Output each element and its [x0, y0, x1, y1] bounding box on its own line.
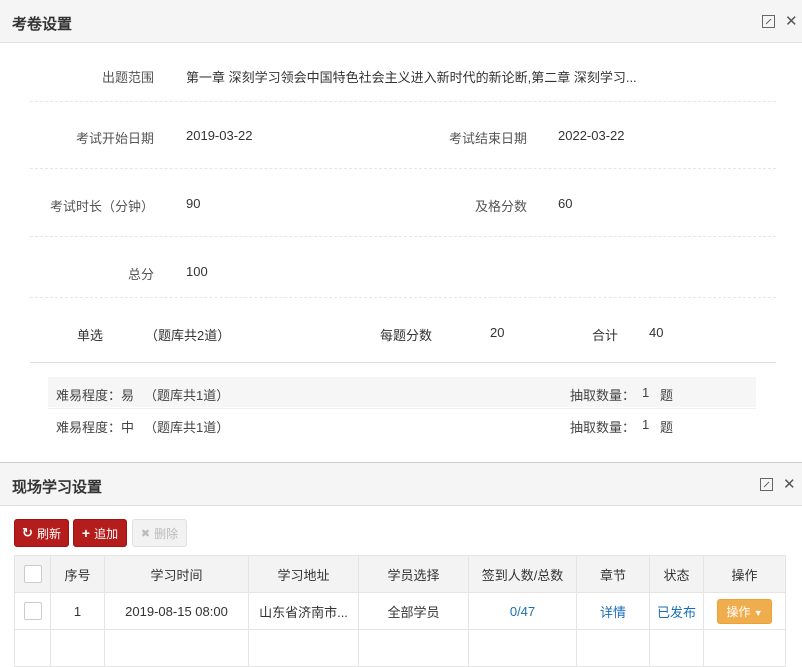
duration-label: 考试时长（分钟） [49, 199, 154, 214]
divider [30, 297, 776, 298]
study-settings-header: 现场学习设置 ✕ [0, 463, 802, 506]
column-header[interactable]: 状态 [649, 555, 704, 593]
maximize-icon[interactable] [762, 15, 775, 28]
pick-count-value: 1 [642, 417, 650, 432]
difficulty-bank: （题库共1道） [144, 388, 230, 403]
pick-count-value: 1 [642, 385, 650, 400]
per-question-score-label: 每题分数 [380, 328, 433, 343]
study-table: 序号 学习时间 学习地址 学员选择 签到人数/总数 章节 状态 操作 1 201… [14, 555, 786, 667]
single-choice-bank: （题库共2道） [145, 328, 231, 343]
column-header[interactable]: 签到人数/总数 [468, 555, 577, 593]
close-icon[interactable]: ✕ [785, 12, 798, 30]
divider [30, 362, 776, 363]
end-date-value: 2022-03-22 [558, 128, 625, 143]
action-cell: 操作 ▼ [703, 592, 786, 630]
caret-down-icon: ▼ [753, 607, 763, 618]
difficulty-level: 难易程度：中 [56, 420, 135, 435]
pick-count-label: 抽取数量： [570, 420, 636, 435]
close-icon[interactable]: ✕ [783, 475, 796, 493]
pass-score-label: 及格分数 [474, 199, 527, 214]
add-button[interactable]: + 追加 [73, 519, 127, 547]
column-header[interactable]: 学员选择 [358, 555, 469, 593]
divider [30, 168, 776, 169]
address-cell: 山东省济南市... [248, 592, 359, 630]
difficulty-bank: （题库共1道） [144, 420, 230, 435]
refresh-icon: ↻ [22, 525, 33, 540]
empty-cell [703, 629, 786, 667]
scope-value: 第一章 深刻学习领会中国特色社会主义进入新时代的新论断,第二章 深刻学习... [186, 70, 637, 85]
empty-cell [358, 629, 469, 667]
difficulty-row: 难易程度：中 （题库共1道） 抽取数量： 1 题 [48, 408, 756, 439]
study-settings-title: 现场学习设置 [12, 479, 103, 496]
empty-cell [14, 629, 51, 667]
refresh-button[interactable]: ↻ 刷新 [14, 519, 69, 547]
maximize-icon[interactable] [760, 478, 773, 491]
empty-cell [104, 629, 249, 667]
row-checkbox[interactable] [23, 602, 42, 620]
scope-label: 出题范围 [101, 70, 154, 85]
empty-cell [468, 629, 577, 667]
column-header[interactable]: 操作 [703, 555, 786, 593]
single-choice-label: 单选 [77, 328, 104, 343]
pick-count-unit: 题 [660, 420, 674, 435]
divider [30, 236, 776, 237]
column-header[interactable]: 学习时间 [104, 555, 249, 593]
action-label: 操作 [726, 604, 751, 619]
students-cell: 全部学员 [358, 592, 469, 630]
difficulty-level: 难易程度：易 [56, 388, 135, 403]
row-select-cell[interactable] [14, 592, 51, 630]
per-question-score-value: 20 [490, 325, 505, 340]
column-header[interactable]: 序号 [50, 555, 105, 593]
start-date-label: 考试开始日期 [75, 131, 154, 146]
select-all-checkbox[interactable] [23, 565, 42, 583]
difficulty-row: 难易程度：易 （题库共1道） 抽取数量： 1 题 [48, 377, 756, 407]
delete-label: 删除 [154, 526, 179, 541]
end-date-label: 考试结束日期 [448, 131, 527, 146]
index-cell: 1 [50, 592, 105, 630]
exam-settings-title: 考卷设置 [12, 16, 73, 33]
pick-count-label: 抽取数量： [570, 388, 636, 403]
table-header-row: 序号 学习时间 学习地址 学员选择 签到人数/总数 章节 状态 操作 [14, 555, 786, 593]
exam-settings-header: 考卷设置 ✕ [0, 0, 802, 43]
select-all-cell[interactable] [14, 555, 51, 593]
pick-count-unit: 题 [660, 388, 674, 403]
pass-score-value: 60 [558, 196, 573, 211]
time-cell: 2019-08-15 08:00 [104, 592, 249, 630]
x-icon: ✖ [140, 527, 151, 540]
status-cell: 已发布 [649, 592, 704, 630]
study-settings-panel: 现场学习设置 ✕ ↻ 刷新 + 追加 ✖ 删除 序号 学习时间 学习地址 学员选… [0, 462, 802, 667]
delete-button[interactable]: ✖ 删除 [132, 519, 187, 547]
start-date-value: 2019-03-22 [186, 128, 253, 143]
plus-icon: + [81, 525, 91, 541]
exam-settings-panel: 考卷设置 ✕ 出题范围 第一章 深刻学习领会中国特色社会主义进入新时代的新论断,… [0, 0, 802, 439]
empty-cell [576, 629, 650, 667]
empty-cell [248, 629, 359, 667]
total-score-label: 总分 [127, 267, 154, 282]
table-row [14, 629, 786, 667]
add-label: 追加 [94, 526, 119, 541]
sum-value: 40 [649, 325, 664, 340]
duration-value: 90 [186, 196, 201, 211]
total-score-value: 100 [186, 264, 208, 279]
table-row[interactable]: 1 2019-08-15 08:00 山东省济南市... 全部学员 0/47 详… [14, 592, 786, 630]
action-dropdown-button[interactable]: 操作 ▼ [717, 598, 772, 624]
signin-link[interactable]: 0/47 [468, 592, 577, 630]
empty-cell [649, 629, 704, 667]
column-header[interactable]: 章节 [576, 555, 650, 593]
sum-label: 合计 [592, 328, 619, 343]
divider [30, 101, 776, 102]
chapter-detail-link[interactable]: 详情 [576, 592, 650, 630]
refresh-label: 刷新 [36, 526, 61, 541]
empty-cell [50, 629, 105, 667]
column-header[interactable]: 学习地址 [248, 555, 359, 593]
